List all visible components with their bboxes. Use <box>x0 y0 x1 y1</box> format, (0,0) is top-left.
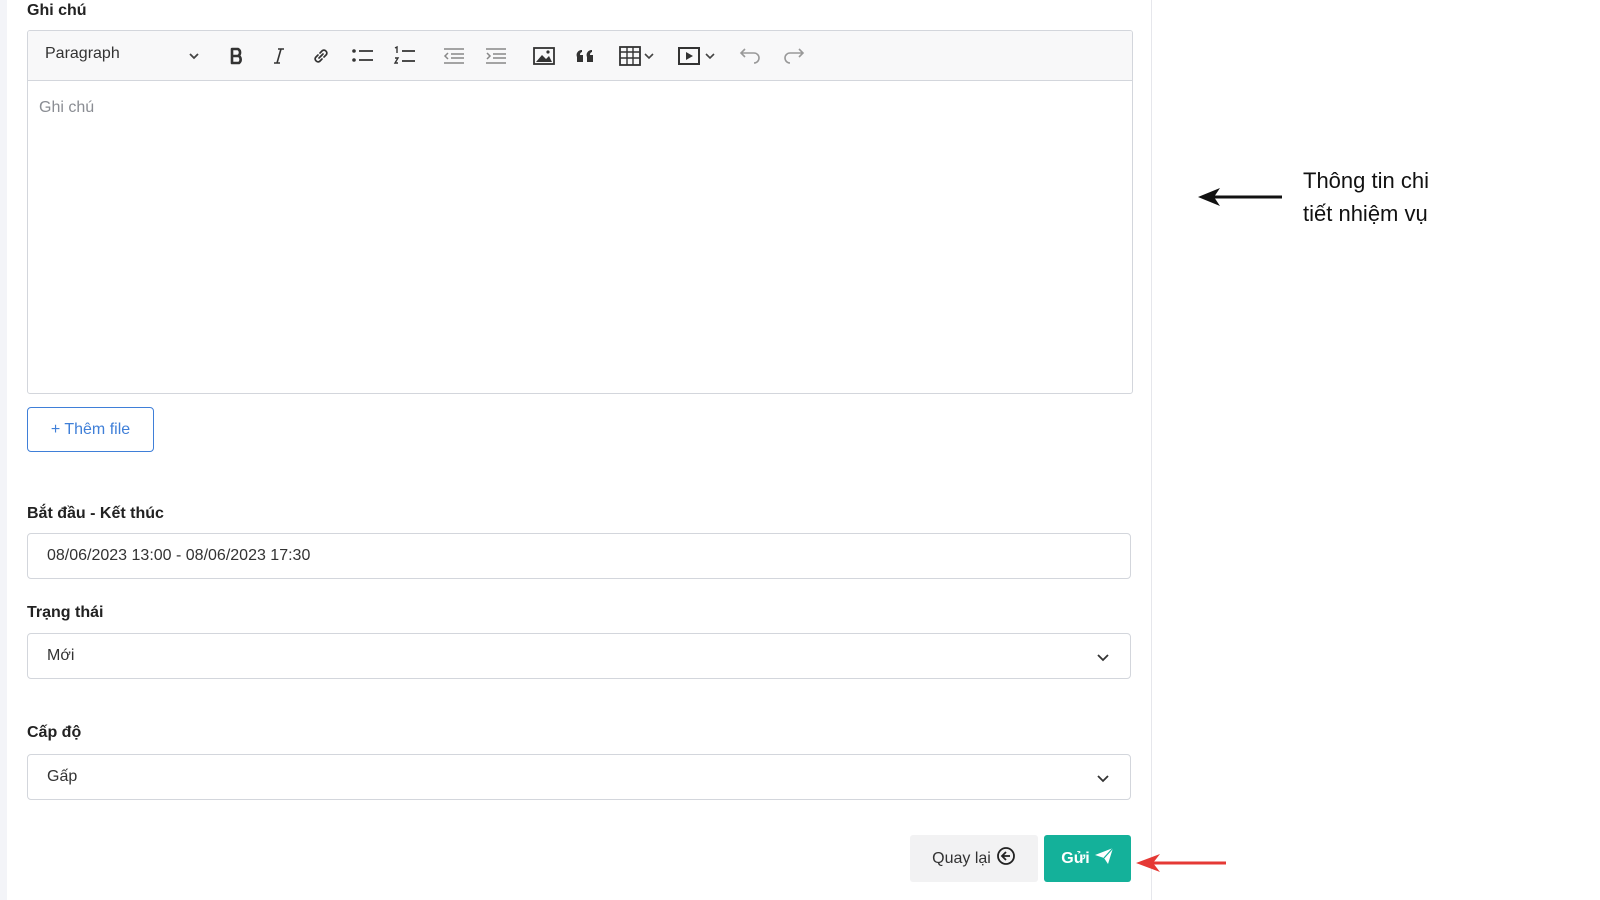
outdent-icon[interactable] <box>441 43 467 69</box>
undo-icon[interactable] <box>738 43 764 69</box>
circle-arrow-left-icon <box>996 846 1016 871</box>
media-icon[interactable] <box>676 43 702 69</box>
indent-icon[interactable] <box>483 43 509 69</box>
level-value: Gấp <box>47 768 78 785</box>
paragraph-style-dropdown[interactable]: Paragraph <box>45 45 120 63</box>
send-button-label: Gửi <box>1061 849 1090 867</box>
paper-plane-icon <box>1094 846 1114 871</box>
annotation-arrow-left-icon <box>1198 185 1284 214</box>
link-icon[interactable] <box>308 43 334 69</box>
schedule-value: 08/06/2023 13:00 - 08/06/2023 17:30 <box>47 547 311 564</box>
annotation-note: Thông tin chi tiết nhiệm vụ <box>1303 164 1523 230</box>
panel-divider <box>1151 0 1152 900</box>
chevron-down-icon[interactable] <box>703 43 717 69</box>
notes-placeholder: Ghi chú <box>39 99 95 116</box>
chevron-down-icon <box>1096 651 1110 669</box>
redo-icon[interactable] <box>780 43 806 69</box>
annotation-line-2: tiết nhiệm vụ <box>1303 201 1428 226</box>
table-icon[interactable] <box>617 43 643 69</box>
image-icon[interactable] <box>531 43 557 69</box>
annotation-line-1: Thông tin chi <box>1303 168 1429 193</box>
level-select[interactable]: Gấp <box>27 754 1131 800</box>
status-value: Mới <box>47 647 75 664</box>
numbered-list-icon[interactable] <box>392 43 418 69</box>
notes-label: Ghi chú <box>27 2 87 19</box>
bold-icon[interactable] <box>224 43 250 69</box>
page-left-edge <box>0 0 7 900</box>
chevron-down-icon[interactable] <box>188 49 200 67</box>
status-select[interactable]: Mới <box>27 633 1131 679</box>
notes-editor: Paragraph Ghi chú <box>27 30 1133 394</box>
notes-textarea[interactable]: Ghi chú <box>28 81 1132 393</box>
send-button[interactable]: Gửi <box>1044 835 1131 882</box>
schedule-date-range-input[interactable]: 08/06/2023 13:00 - 08/06/2023 17:30 <box>27 533 1131 579</box>
chevron-down-icon[interactable] <box>642 43 656 69</box>
level-label: Cấp độ <box>27 724 82 741</box>
bulleted-list-icon[interactable] <box>350 43 376 69</box>
back-button[interactable]: Quay lại <box>910 835 1038 882</box>
chevron-down-icon <box>1096 772 1110 790</box>
editor-toolbar: Paragraph <box>28 31 1132 81</box>
add-file-button[interactable]: + Thêm file <box>27 407 154 452</box>
italic-icon[interactable] <box>266 43 292 69</box>
status-label: Trạng thái <box>27 604 104 621</box>
blockquote-icon[interactable] <box>573 43 599 69</box>
schedule-label: Bắt đầu - Kết thúc <box>27 505 164 522</box>
annotation-red-arrow-left-icon <box>1136 851 1228 880</box>
back-button-label: Quay lại <box>932 849 991 867</box>
